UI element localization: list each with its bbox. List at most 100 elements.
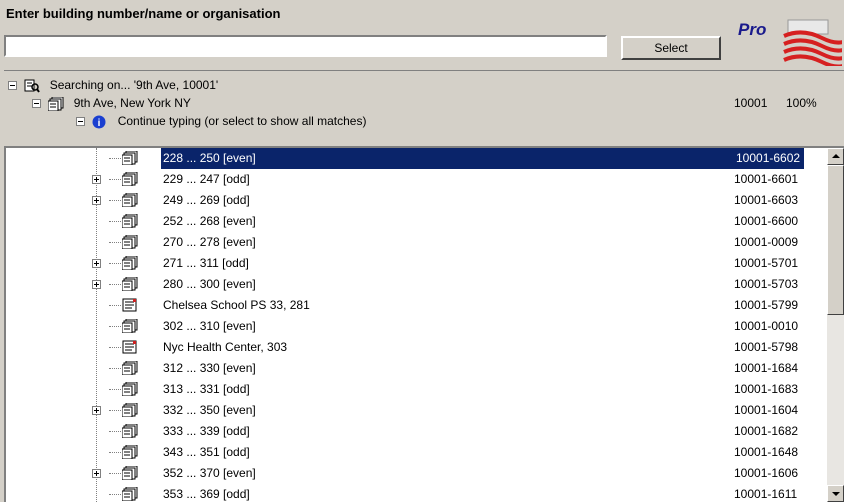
single-address-icon — [122, 340, 138, 354]
single-address-icon — [122, 298, 138, 312]
hint-label: Continue typing (or select to show all m… — [117, 114, 367, 128]
expand-toggle[interactable] — [92, 406, 101, 415]
multi-address-icon — [47, 96, 64, 112]
list-item[interactable]: 228 ... 250 [even] 10001-6602 — [6, 148, 828, 169]
multi-address-icon — [121, 360, 138, 376]
list-item-label: 229 ... 247 [odd] — [163, 172, 250, 186]
multi-address-icon — [121, 381, 138, 397]
list-item[interactable]: Nyc Health Center, 303 10001-5798 — [6, 337, 828, 358]
tree-connector — [109, 326, 121, 327]
collapse-toggle[interactable] — [32, 99, 41, 109]
tree-connector — [109, 200, 121, 201]
list-item-label: 252 ... 268 [even] — [163, 214, 256, 228]
list-item-label: 353 ... 369 [odd] — [163, 487, 250, 501]
list-item-zip: 10001-6602 — [732, 148, 805, 169]
list-item-zip: 10001-5703 — [734, 277, 799, 291]
collapse-toggle[interactable] — [76, 117, 85, 127]
list-item-label: 312 ... 330 [even] — [163, 361, 256, 375]
list-item-zip: 10001-6601 — [734, 172, 799, 186]
list-item[interactable]: 312 ... 330 [even] 10001-1684 — [6, 358, 828, 379]
list-item[interactable]: 333 ... 339 [odd] 10001-1682 — [6, 421, 828, 442]
hint-node: i Continue typing (or select to show all… — [76, 111, 366, 131]
list-item-zip: 10001-1648 — [734, 445, 799, 459]
multi-address-icon — [121, 486, 138, 502]
list-item-zip: 10001-1684 — [734, 361, 799, 375]
street-zip: 10001 — [734, 96, 768, 110]
multi-address-icon — [121, 234, 138, 250]
tree-connector — [109, 263, 121, 264]
tree-connector — [109, 368, 121, 369]
expand-toggle[interactable] — [92, 175, 101, 184]
scroll-up-button[interactable] — [827, 148, 844, 165]
expand-toggle[interactable] — [92, 469, 101, 478]
list-item[interactable]: 280 ... 300 [even] 10001-5703 — [6, 274, 828, 295]
search-node-label: Searching on... '9th Ave, 10001' — [49, 78, 219, 92]
scroll-down-button[interactable] — [827, 485, 844, 502]
list-item-zip: 10001-6600 — [734, 214, 799, 228]
list-item-zip: 10001-5701 — [734, 256, 799, 270]
list-item[interactable]: 271 ... 311 [odd] 10001-5701 — [6, 253, 828, 274]
list-item-label: 343 ... 351 [odd] — [163, 445, 250, 459]
multi-address-icon — [121, 150, 138, 166]
list-item[interactable]: 313 ... 331 [odd] 10001-1683 — [6, 379, 828, 400]
multi-address-icon — [121, 171, 138, 187]
list-item-label: 302 ... 310 [even] — [163, 319, 256, 333]
list-item-zip: 10001-5799 — [734, 298, 799, 312]
flag-logo-icon — [783, 19, 842, 66]
tree-connector — [109, 221, 121, 222]
tree-header: Searching on... '9th Ave, 10001' 9th Ave… — [4, 70, 844, 142]
multi-address-icon — [121, 276, 138, 292]
logo: Pro — [730, 14, 844, 66]
list-item-label: 270 ... 278 [even] — [163, 235, 256, 249]
list-item[interactable]: 270 ... 278 [even] 10001-0009 — [6, 232, 828, 253]
tree-connector — [109, 242, 121, 243]
list-item-zip: 10001-1683 — [734, 382, 799, 396]
list-item-zip: 10001-6603 — [734, 193, 799, 207]
list-item[interactable]: 252 ... 268 [even] 10001-6600 — [6, 211, 828, 232]
list-item-label: 280 ... 300 [even] — [163, 277, 256, 291]
list-item[interactable]: 302 ... 310 [even] 10001-0010 — [6, 316, 828, 337]
list-item[interactable]: 343 ... 351 [odd] 10001-1648 — [6, 442, 828, 463]
multi-address-icon — [121, 255, 138, 271]
list-item[interactable]: 353 ... 369 [odd] 10001-1611 — [6, 484, 828, 502]
expand-toggle[interactable] — [92, 280, 101, 289]
list-item-label: 271 ... 311 [odd] — [163, 256, 249, 270]
list-item[interactable]: Chelsea School PS 33, 281 10001-5799 — [6, 295, 828, 316]
search-node[interactable]: Searching on... '9th Ave, 10001' — [8, 75, 218, 95]
scroll-thumb[interactable] — [827, 165, 844, 315]
results-list[interactable]: 228 ... 250 [even] 10001-6602 229 ... 247 … — [4, 146, 844, 502]
list-item[interactable]: 249 ... 269 [odd] 10001-6603 — [6, 190, 828, 211]
arrow-down-icon — [832, 492, 840, 496]
select-button[interactable]: Select — [621, 36, 721, 60]
street-node[interactable]: 9th Ave, New York NY 10001 100% — [32, 93, 844, 113]
tree-connector — [109, 452, 121, 453]
collapse-toggle[interactable] — [8, 81, 17, 91]
search-doc-icon — [24, 79, 41, 93]
street-match-percent: 100% — [786, 96, 817, 110]
list-item[interactable]: 332 ... 350 [even] 10001-1604 — [6, 400, 828, 421]
tree-connector — [109, 305, 121, 306]
list-item-zip: 10001-1682 — [734, 424, 799, 438]
search-input[interactable] — [4, 35, 607, 57]
list-item-zip: 10001-1604 — [734, 403, 799, 417]
list-item[interactable]: 229 ... 247 [odd] 10001-6601 — [6, 169, 828, 190]
list-item-label: 352 ... 370 [even] — [163, 466, 256, 480]
multi-address-icon — [121, 465, 138, 481]
tree-connector — [109, 158, 121, 159]
expand-toggle[interactable] — [92, 196, 101, 205]
multi-address-icon — [121, 213, 138, 229]
multi-address-icon — [121, 402, 138, 418]
list-item-label: 332 ... 350 [even] — [163, 403, 256, 417]
expand-toggle[interactable] — [92, 259, 101, 268]
scrollbar[interactable] — [827, 148, 844, 502]
arrow-up-icon — [832, 154, 840, 158]
list-item[interactable]: 352 ... 370 [even] 10001-1606 — [6, 463, 828, 484]
info-icon: i — [92, 115, 108, 129]
tree-connector — [109, 431, 121, 432]
list-item-label: 249 ... 269 [odd] — [163, 193, 250, 207]
list-item-zip: 10001-0010 — [734, 319, 799, 333]
svg-text:i: i — [98, 118, 101, 129]
list-item-label: 228 ... 250 [even] — [161, 148, 735, 169]
tree-connector — [109, 347, 121, 348]
logo-text: Pro — [738, 20, 767, 39]
